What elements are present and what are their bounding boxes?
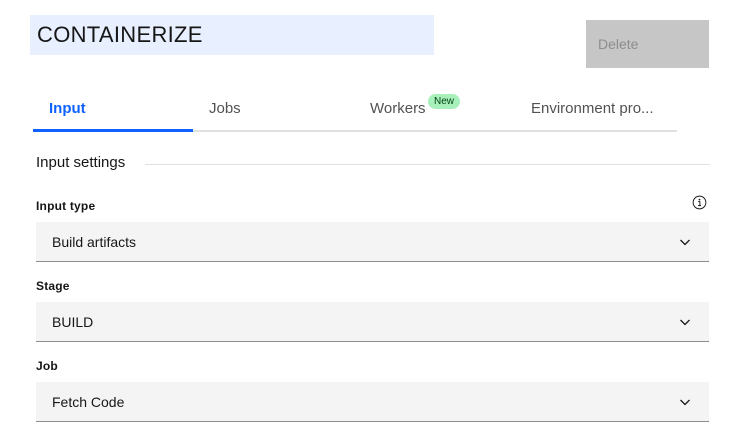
- page-title[interactable]: CONTAINERIZE: [30, 15, 434, 55]
- tab-jobs[interactable]: Jobs: [193, 92, 354, 132]
- tab-input[interactable]: Input: [33, 92, 193, 132]
- tab-list: Input Jobs Workers New Environment pro..…: [33, 92, 677, 132]
- tab-workers[interactable]: Workers New: [354, 92, 515, 132]
- tab-environment-properties[interactable]: Environment pro...: [515, 92, 677, 132]
- input-type-select[interactable]: Build artifacts: [36, 222, 709, 262]
- chevron-down-icon: [680, 319, 690, 326]
- new-badge: New: [428, 94, 461, 109]
- tab-label: Environment pro...: [531, 100, 654, 117]
- tab-label: Workers: [370, 100, 426, 117]
- stage-select[interactable]: BUILD: [36, 302, 709, 342]
- select-value: Build artifacts: [52, 233, 137, 250]
- section-divider: [145, 164, 710, 165]
- tab-label: Input: [49, 100, 86, 117]
- chevron-down-icon: [680, 399, 690, 406]
- job-select[interactable]: Fetch Code: [36, 382, 709, 422]
- tab-label: Jobs: [209, 100, 241, 117]
- select-value: Fetch Code: [52, 393, 125, 410]
- input-type-label: Input type: [36, 199, 96, 213]
- stage-label: Stage: [36, 279, 70, 293]
- chevron-down-icon: [680, 239, 690, 246]
- section-title: Input settings: [36, 154, 138, 171]
- job-label: Job: [36, 359, 58, 373]
- info-icon[interactable]: [692, 195, 707, 210]
- delete-button[interactable]: Delete: [586, 20, 709, 68]
- select-value: BUILD: [52, 313, 94, 330]
